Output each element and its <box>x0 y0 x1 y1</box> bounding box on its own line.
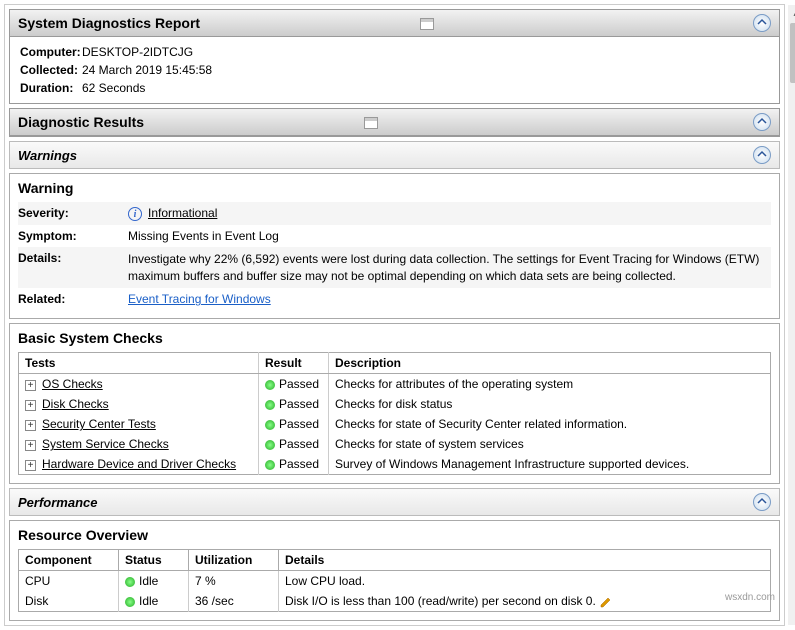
details-value: Disk I/O is less than 100 (read/write) p… <box>279 591 771 612</box>
table-row: + Disk Checks Passed Checks for disk status <box>19 394 771 414</box>
table-row: + Security Center Tests Passed Checks for s… <box>19 414 771 434</box>
col-result: Result <box>259 353 329 374</box>
col-utilization: Utilization <box>189 550 279 571</box>
resource-title: Resource Overview <box>18 527 771 543</box>
test-name[interactable]: Hardware Device and Driver Checks <box>42 457 236 471</box>
col-status: Status <box>119 550 189 571</box>
test-description: Checks for attributes of the operating s… <box>329 374 771 395</box>
component-name: CPU <box>19 571 119 592</box>
result-value: Passed <box>279 437 319 451</box>
warning-title: Warning <box>18 180 771 196</box>
status-dot-icon <box>265 440 275 450</box>
resource-table: Component Status Utilization Details CPU… <box>18 549 771 612</box>
subsection-title: Performance <box>18 495 97 510</box>
basic-checks-section: Basic System Checks Tests Result Descrip… <box>9 323 780 484</box>
watermark: wsxdn.com <box>725 592 775 603</box>
computer-label: Computer: <box>20 45 82 59</box>
system-diagnostics-panel: System Diagnostics Report Computer:DESKT… <box>9 9 780 104</box>
table-row: + Hardware Device and Driver Checks Passed… <box>19 454 771 475</box>
status-dot-icon <box>265 380 275 390</box>
scroll-thumb[interactable] <box>790 23 795 83</box>
calendar-icon <box>420 16 434 30</box>
edit-icon[interactable] <box>600 596 612 608</box>
section-title: Diagnostic Results <box>18 114 144 130</box>
col-component: Component <box>19 550 119 571</box>
warnings-header: Warnings <box>9 141 780 169</box>
diagnostic-results-header: Diagnostic Results <box>10 109 779 136</box>
scroll-up-icon[interactable]: ▴ <box>788 5 795 21</box>
duration-value: 62 Seconds <box>82 81 145 95</box>
details-label: Details: <box>18 249 128 267</box>
duration-label: Duration: <box>20 81 82 95</box>
warning-section: Warning Severity: iInformational Symptom… <box>9 173 780 319</box>
status-dot-icon <box>265 460 275 470</box>
symptom-value: Missing Events in Event Log <box>128 227 771 245</box>
test-description: Survey of Windows Management Infrastruct… <box>329 454 771 475</box>
result-value: Passed <box>279 457 319 471</box>
subsection-title: Warnings <box>18 148 77 163</box>
expand-icon[interactable]: + <box>25 400 36 411</box>
test-name[interactable]: Disk Checks <box>42 397 109 411</box>
test-description: Checks for state of Security Center rela… <box>329 414 771 434</box>
related-link[interactable]: Event Tracing for Windows <box>128 292 271 306</box>
calendar-icon <box>364 115 378 129</box>
symptom-label: Symptom: <box>18 227 128 245</box>
expand-icon[interactable]: + <box>25 420 36 431</box>
collected-label: Collected: <box>20 63 82 77</box>
test-description: Checks for disk status <box>329 394 771 414</box>
component-name: Disk <box>19 591 119 612</box>
expand-icon[interactable]: + <box>25 460 36 471</box>
status-dot-icon <box>265 420 275 430</box>
severity-value: iInformational <box>128 204 771 223</box>
table-row: + System Service Checks Passed Checks for s… <box>19 434 771 454</box>
resource-overview-section: Resource Overview Component Status Utili… <box>9 520 780 621</box>
collapse-button[interactable] <box>753 146 771 164</box>
page-title: System Diagnostics Report <box>18 15 200 31</box>
status-dot-icon <box>265 400 275 410</box>
related-label: Related: <box>18 290 128 308</box>
test-description: Checks for state of system services <box>329 434 771 454</box>
test-name[interactable]: System Service Checks <box>42 437 169 451</box>
test-name[interactable]: OS Checks <box>42 377 103 391</box>
expand-icon[interactable]: + <box>25 380 36 391</box>
info-icon: i <box>128 207 142 221</box>
computer-value: DESKTOP-2IDTCJG <box>82 45 193 59</box>
status-value: Idle <box>139 574 158 588</box>
col-tests: Tests <box>19 353 259 374</box>
system-diagnostics-header: System Diagnostics Report <box>10 10 779 37</box>
details-value: Low CPU load. <box>279 571 771 592</box>
table-row: CPU Idle 7 %Low CPU load. <box>19 571 771 592</box>
collapse-button[interactable] <box>753 113 771 131</box>
collapse-button[interactable] <box>753 14 771 32</box>
report-info: Computer:DESKTOP-2IDTCJG Collected:24 Ma… <box>10 37 779 103</box>
severity-label: Severity: <box>18 204 128 222</box>
table-row: + OS Checks Passed Checks for attributes of… <box>19 374 771 395</box>
result-value: Passed <box>279 417 319 431</box>
status-value: Idle <box>139 594 158 608</box>
basic-checks-title: Basic System Checks <box>18 330 771 346</box>
utilization-value: 7 % <box>189 571 279 592</box>
utilization-value: 36 /sec <box>189 591 279 612</box>
performance-header: Performance <box>9 488 780 516</box>
col-description: Description <box>329 353 771 374</box>
vertical-scrollbar[interactable]: ▴ <box>788 5 795 625</box>
collapse-button[interactable] <box>753 493 771 511</box>
expand-icon[interactable]: + <box>25 440 36 451</box>
details-value: Investigate why 22% (6,592) events were … <box>128 249 771 287</box>
status-dot-icon <box>125 597 135 607</box>
status-dot-icon <box>125 577 135 587</box>
test-name[interactable]: Security Center Tests <box>42 417 156 431</box>
diagnostic-results-panel: Diagnostic Results <box>9 108 780 137</box>
col-details: Details <box>279 550 771 571</box>
result-value: Passed <box>279 397 319 411</box>
checks-table: Tests Result Description + OS Checks Passe… <box>18 352 771 475</box>
collected-value: 24 March 2019 15:45:58 <box>82 63 212 77</box>
table-row: Disk Idle 36 /secDisk I/O is less than 100… <box>19 591 771 612</box>
result-value: Passed <box>279 377 319 391</box>
